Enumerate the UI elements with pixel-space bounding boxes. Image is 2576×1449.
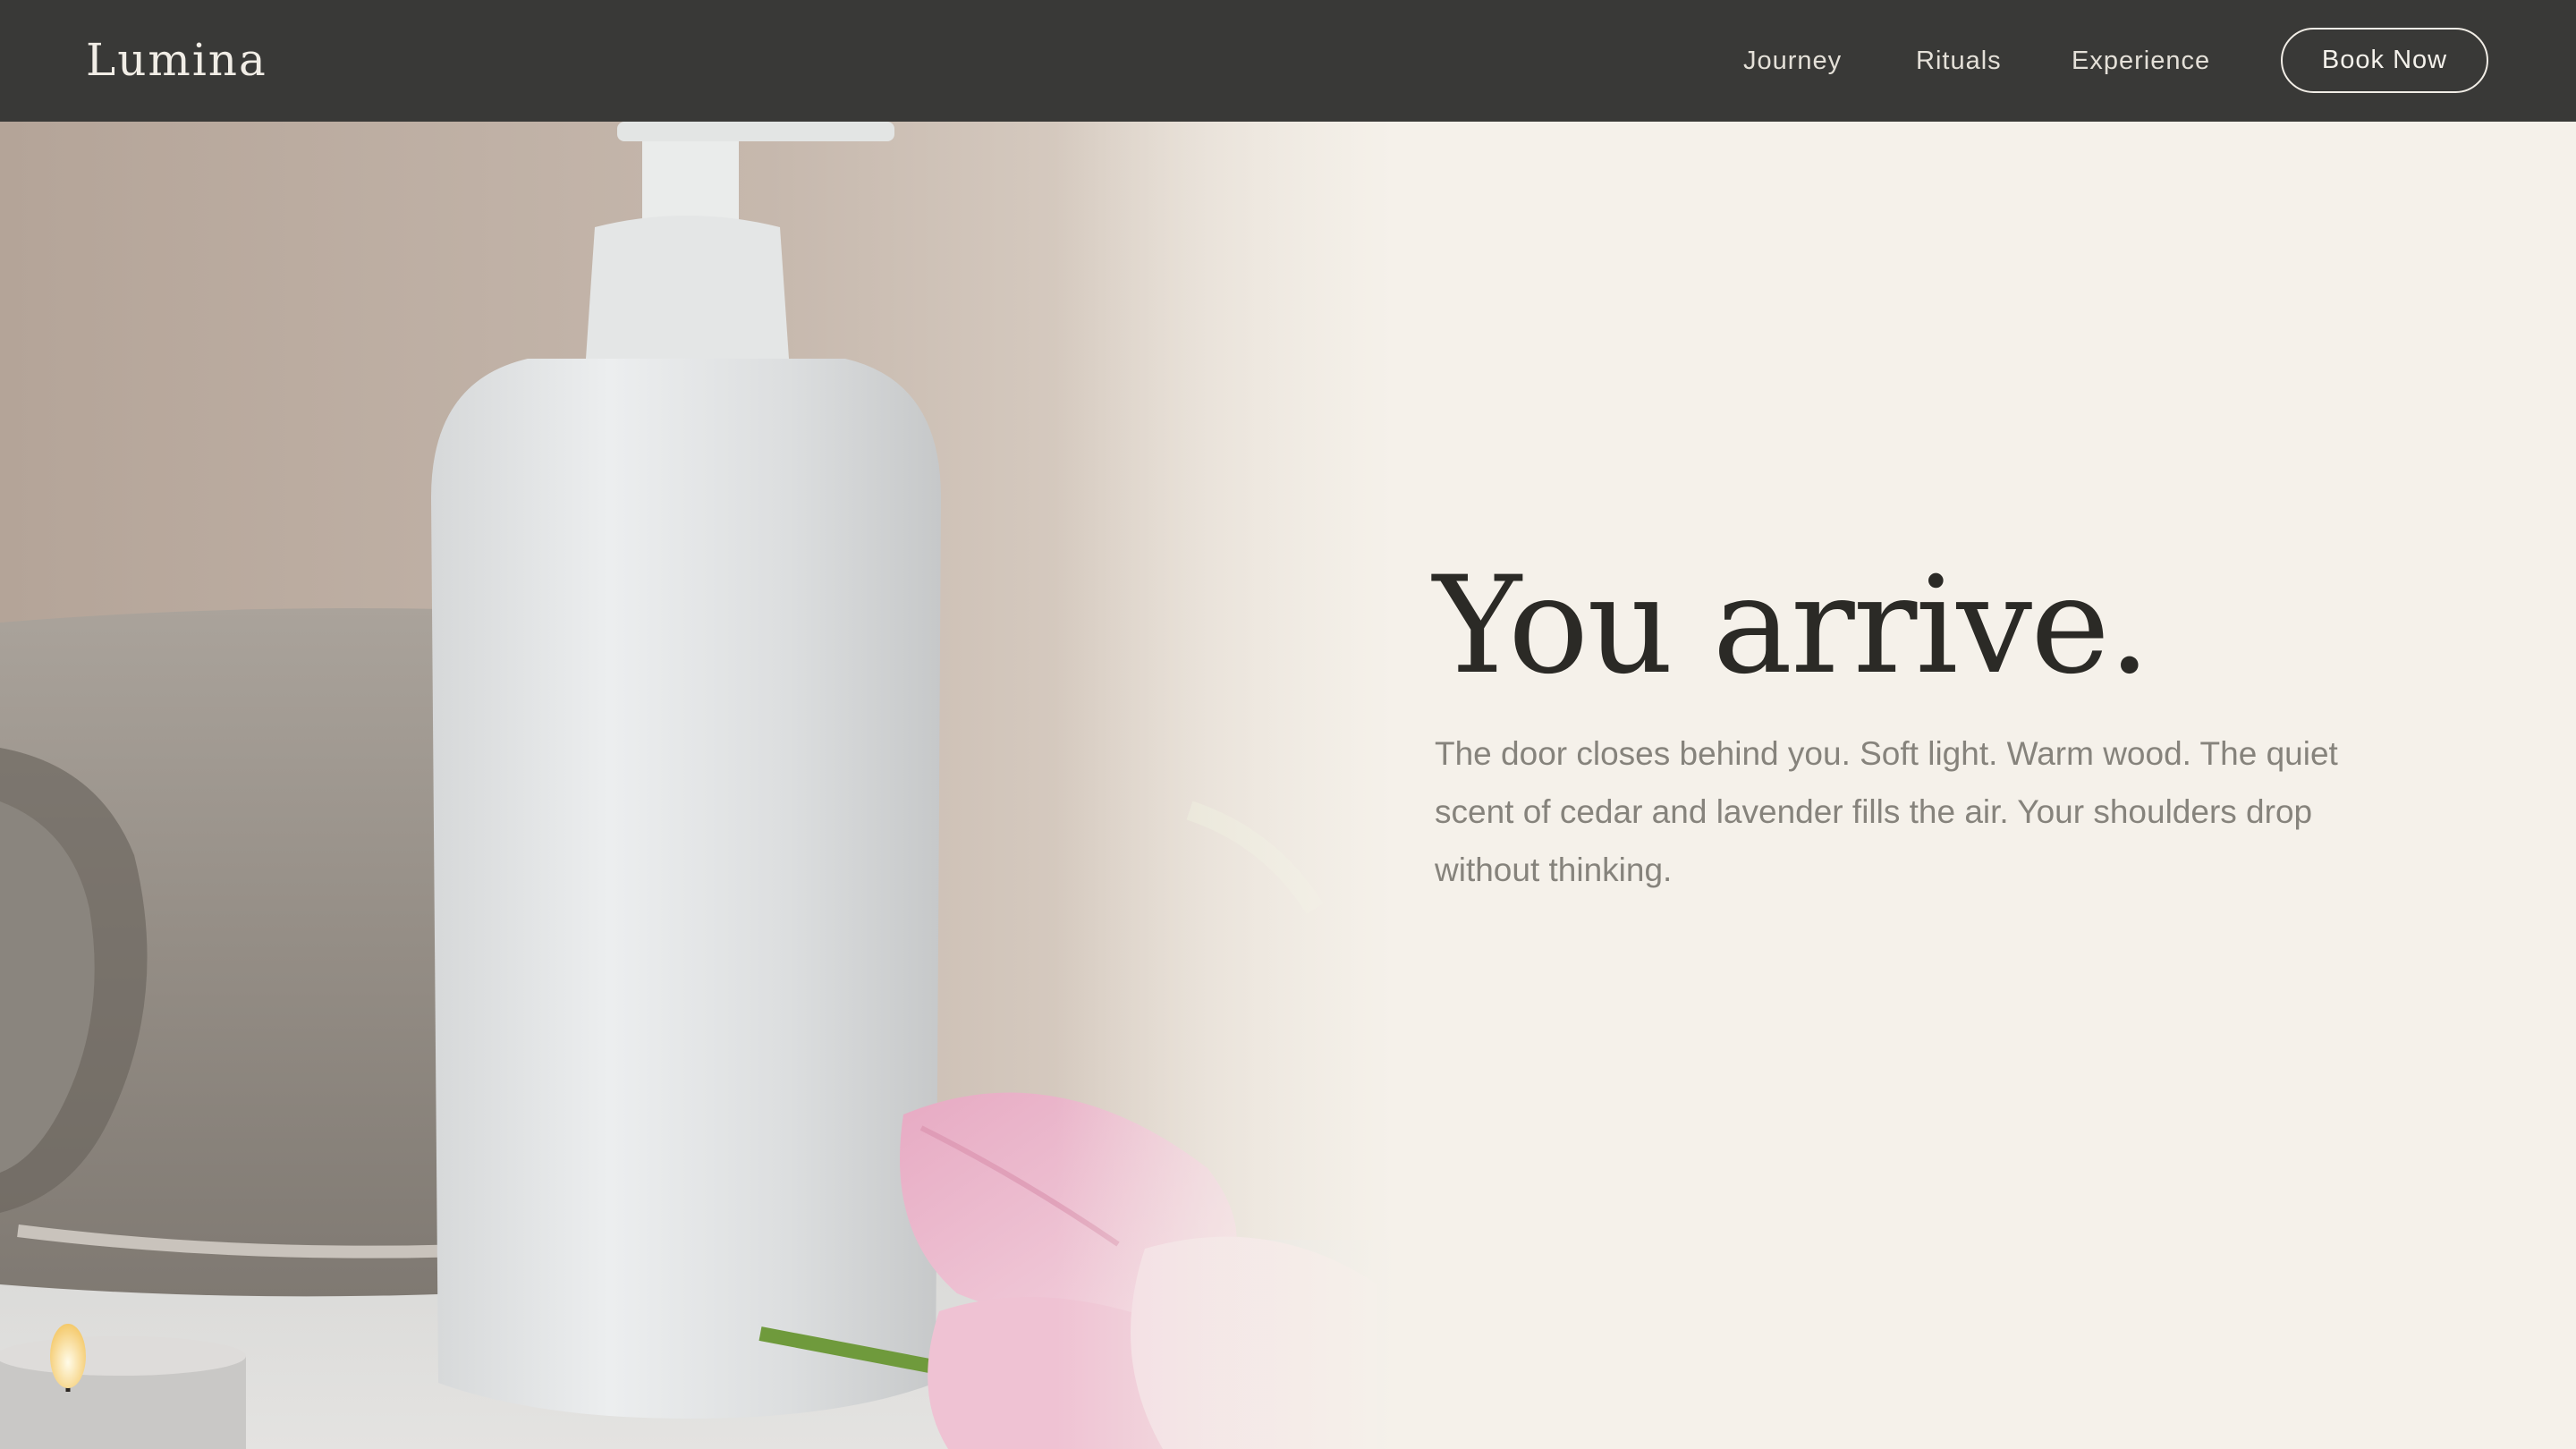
- hero-title: You arrive.: [1433, 548, 2151, 704]
- nav-link-journey[interactable]: Journey: [1743, 39, 1842, 82]
- photo-fade-overlay: [1055, 122, 1395, 1449]
- landing-page: Lumina Journey Rituals Experience Book N…: [0, 0, 2576, 1449]
- nav-link-rituals[interactable]: Rituals: [1916, 39, 2002, 82]
- hero-spa-photo: [0, 122, 1395, 1449]
- book-now-button[interactable]: Book Now: [2281, 28, 2488, 93]
- folded-towel: [0, 608, 466, 1297]
- nav-link-experience[interactable]: Experience: [2072, 39, 2210, 82]
- hero-description: The door closes behind you. Soft light. …: [1435, 735, 2338, 888]
- tealight-candle: [0, 1324, 246, 1449]
- brand-logo[interactable]: Lumina: [86, 27, 267, 93]
- top-navigation-bar: Lumina Journey Rituals Experience Book N…: [0, 0, 2576, 122]
